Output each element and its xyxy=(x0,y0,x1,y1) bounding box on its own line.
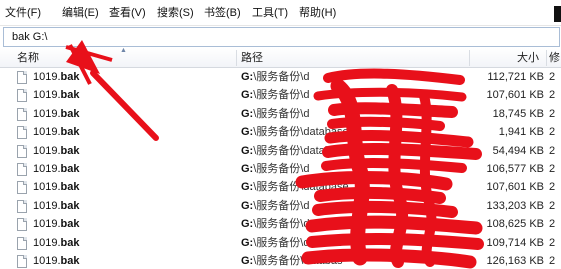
column-path[interactable]: 路径 xyxy=(241,48,263,68)
table-row[interactable]: 1019.bak G:\服务备份\databas 109,714 KB 2 xyxy=(0,234,561,252)
file-icon xyxy=(17,107,27,121)
column-header: 名称 路径 大小 修 xyxy=(0,48,561,68)
file-name: 1019.bak xyxy=(33,126,80,139)
file-size: 54,494 KB xyxy=(492,144,544,157)
file-size: 106,577 KB xyxy=(486,163,545,175)
table-row[interactable]: 1019.bak G:\服务备份\d 18,745 KB 2 xyxy=(0,105,561,123)
file-modified: 2 xyxy=(549,71,556,83)
menu-help[interactable]: 帮助(H) xyxy=(296,4,339,22)
file-size: 112,721 KB xyxy=(487,71,544,83)
file-size: 1,941 KB xyxy=(498,126,544,139)
file-name: 1019.bak xyxy=(33,255,80,267)
file-icon xyxy=(17,89,27,103)
column-divider[interactable] xyxy=(469,50,470,66)
column-size[interactable]: 大小 xyxy=(517,48,539,68)
file-size: 107,601 KB xyxy=(486,89,545,102)
column-divider[interactable] xyxy=(546,50,547,66)
file-name: 1019.bak xyxy=(33,199,80,212)
file-icon xyxy=(17,199,27,213)
file-size: 107,601 KB xyxy=(486,181,545,194)
file-modified: 2 xyxy=(549,126,556,139)
table-row[interactable]: 1019.bak G:\服务备份\d 112,721 KB 2 xyxy=(0,68,561,86)
search-input[interactable] xyxy=(3,27,560,47)
file-icon xyxy=(17,126,27,140)
file-icon xyxy=(17,236,27,250)
file-name: 1019.bak xyxy=(33,163,80,175)
file-name: 1019.bak xyxy=(33,144,80,157)
table-row[interactable]: 1019.bak G:\服务备份\databas 126,163 KB 2 xyxy=(0,252,561,269)
file-modified: 2 xyxy=(549,181,556,194)
menu-search[interactable]: 搜索(S) xyxy=(154,4,197,22)
menu-bookmarks[interactable]: 书签(B) xyxy=(201,4,244,22)
menu-view[interactable]: 查看(V) xyxy=(106,4,149,22)
window-edge-mark xyxy=(554,6,561,22)
file-modified: 2 xyxy=(549,199,556,212)
file-size: 18,745 KB xyxy=(492,107,544,120)
file-size: 108,625 KB xyxy=(486,218,545,231)
menu-bar: 文件(F) 编辑(E) 查看(V) 搜索(S) 书签(B) 工具(T) 帮助(H… xyxy=(0,0,561,26)
file-name: 1019.bak xyxy=(33,236,80,249)
sort-ascending-icon: ▲ xyxy=(120,47,127,54)
column-modified[interactable]: 修 xyxy=(549,48,560,68)
file-name: 1019.bak xyxy=(33,218,80,231)
column-divider[interactable] xyxy=(236,50,237,66)
file-size: 109,714 KB xyxy=(486,236,545,249)
file-modified: 2 xyxy=(549,89,556,102)
file-name: 1019.bak xyxy=(33,71,80,83)
file-name: 1019.bak xyxy=(33,107,80,120)
menu-file[interactable]: 文件(F) xyxy=(2,4,44,22)
table-row[interactable]: 1019.bak G:\服务备份\d 106,577 KB 2 xyxy=(0,160,561,178)
file-modified: 2 xyxy=(549,236,556,249)
file-modified: 2 xyxy=(549,218,556,231)
file-modified: 2 xyxy=(549,144,556,157)
file-icon xyxy=(17,181,27,195)
file-icon xyxy=(17,218,27,232)
table-row[interactable]: 1019.bak G:\服务备份\database 107,601 KB 2 xyxy=(0,178,561,196)
file-name: 1019.bak xyxy=(33,89,80,102)
search-input-value: bak G:\ xyxy=(12,31,48,43)
file-name: 1019.bak xyxy=(33,181,80,194)
table-row[interactable]: 1019.bak G:\服务备份\database 54,494 KB 2 xyxy=(0,142,561,160)
file-modified: 2 xyxy=(549,255,556,267)
file-icon xyxy=(17,163,27,176)
file-modified: 2 xyxy=(549,107,556,120)
file-size: 133,203 KB xyxy=(486,199,545,212)
file-size: 126,163 KB xyxy=(486,255,545,267)
file-icon xyxy=(17,71,27,84)
table-row[interactable]: 1019.bak G:\服务备份\d 107,601 KB 2 xyxy=(0,86,561,104)
table-row[interactable]: 1019.bak G:\服务备份\database 1,941 KB 2 xyxy=(0,123,561,141)
menu-edit[interactable]: 编辑(E) xyxy=(59,4,102,22)
table-row[interactable]: 1019.bak G:\服务备份\d 133,203 KB 2 xyxy=(0,197,561,215)
column-name[interactable]: 名称 xyxy=(17,48,39,68)
file-icon xyxy=(17,255,27,268)
file-icon xyxy=(17,144,27,158)
file-modified: 2 xyxy=(549,163,556,175)
menu-tools[interactable]: 工具(T) xyxy=(249,4,291,22)
table-row[interactable]: 1019.bak G:\服务备份\d 108,625 KB 2 xyxy=(0,215,561,233)
